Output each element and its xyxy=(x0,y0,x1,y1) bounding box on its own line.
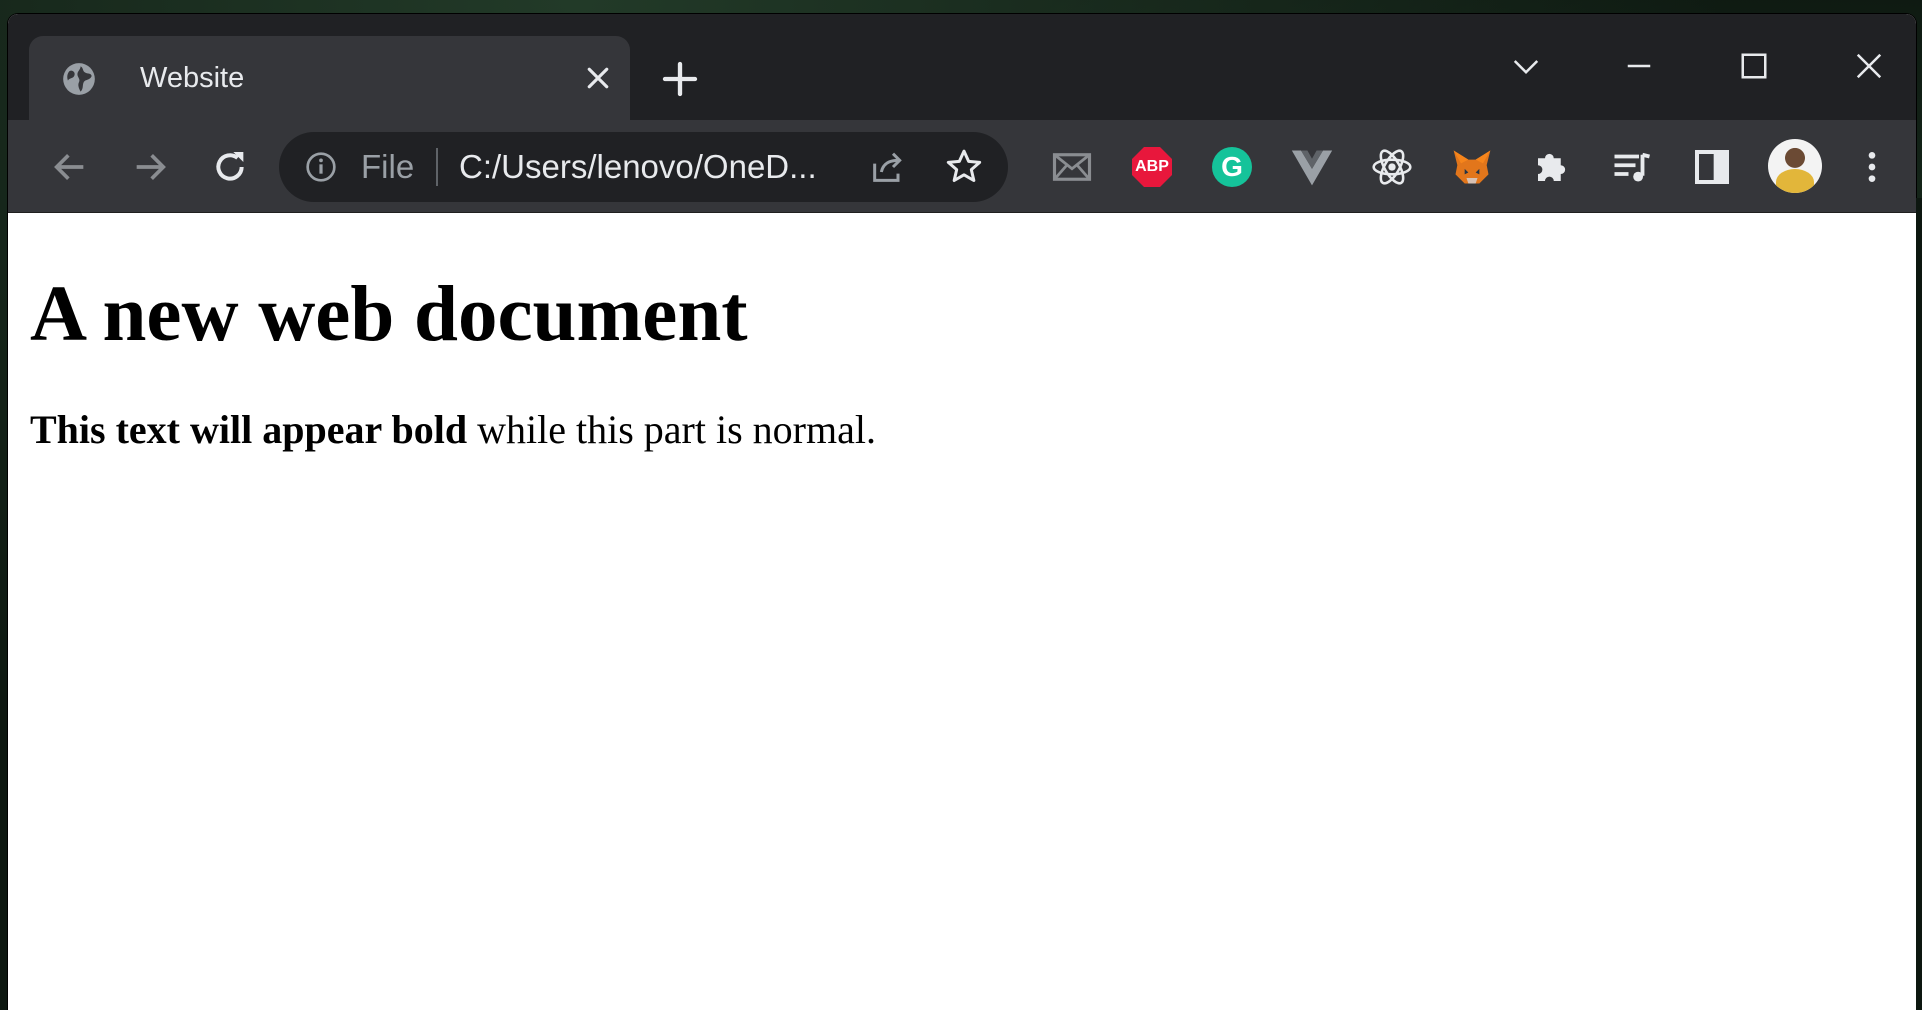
browser-toolbar: File C:/Users/lenovo/OneD... ABP G xyxy=(8,120,1916,213)
media-queue-icon xyxy=(1614,152,1650,182)
page-content: A new web document This text will appear… xyxy=(8,213,1916,1010)
grammarly-icon: G xyxy=(1212,147,1252,187)
reload-button[interactable] xyxy=(205,142,255,192)
vue-devtools-extension-button[interactable] xyxy=(1287,142,1337,192)
address-separator xyxy=(436,148,438,186)
arrow-left-icon xyxy=(54,154,84,180)
puzzle-piece-icon xyxy=(1538,153,1566,181)
reload-icon xyxy=(216,152,244,181)
mail-extension-button[interactable] xyxy=(1047,142,1097,192)
minimize-button[interactable] xyxy=(1609,36,1669,96)
bookmark-star-icon[interactable] xyxy=(944,147,984,187)
vertical-dots-menu-icon xyxy=(1868,152,1876,182)
tab-website[interactable]: Website xyxy=(29,36,630,120)
url-scheme-label: File xyxy=(361,148,415,185)
page-heading: A new web document xyxy=(30,271,748,358)
metamask-fox-icon xyxy=(1453,150,1491,184)
desktop-edge xyxy=(1916,198,1922,1010)
adblock-plus-extension-button[interactable]: ABP xyxy=(1127,142,1177,192)
close-icon xyxy=(1856,53,1882,79)
browser-window: Website File C:/Users/lenovo/OneD... ABP… xyxy=(8,14,1916,1010)
maximize-button[interactable] xyxy=(1724,36,1784,96)
info-icon[interactable] xyxy=(305,151,337,183)
profile-button[interactable] xyxy=(1765,136,1825,196)
chrome-menu-button[interactable] xyxy=(1847,142,1897,192)
url-text[interactable]: C:/Users/lenovo/OneD... xyxy=(459,147,817,187)
share-icon[interactable] xyxy=(868,147,908,187)
media-controls-button[interactable] xyxy=(1607,142,1657,192)
new-tab-plus-icon[interactable] xyxy=(660,59,700,99)
envelope-icon xyxy=(1052,153,1092,181)
vue-logo-icon xyxy=(1291,150,1333,186)
side-panel-button[interactable] xyxy=(1687,142,1737,192)
side-panel-icon xyxy=(1695,150,1729,184)
react-atom-icon xyxy=(1372,149,1412,185)
metamask-extension-button[interactable] xyxy=(1447,142,1497,192)
tab-title: Website xyxy=(140,62,245,94)
page-paragraph: This text will appear bold while this pa… xyxy=(30,405,876,455)
arrow-right-icon xyxy=(136,154,166,180)
maximize-icon xyxy=(1741,53,1767,79)
avatar xyxy=(1768,139,1822,193)
normal-text: while this part is normal. xyxy=(467,407,876,452)
adblock-plus-icon: ABP xyxy=(1132,147,1172,187)
tab-strip: Website xyxy=(8,14,1916,120)
tab-search-button[interactable] xyxy=(1496,36,1556,96)
bold-text: This text will appear bold xyxy=(30,407,468,452)
grammarly-extension-button[interactable]: G xyxy=(1207,142,1257,192)
globe-icon xyxy=(63,63,95,95)
back-button[interactable] xyxy=(45,142,95,192)
extensions-menu-button[interactable] xyxy=(1527,142,1577,192)
address-bar[interactable]: File C:/Users/lenovo/OneD... xyxy=(279,132,1008,202)
close-tab-icon[interactable] xyxy=(583,63,613,93)
close-window-button[interactable] xyxy=(1839,36,1899,96)
react-devtools-extension-button[interactable] xyxy=(1367,142,1417,192)
minimize-icon xyxy=(1627,64,1651,68)
forward-button[interactable] xyxy=(125,142,175,192)
chevron-down-icon xyxy=(1513,60,1539,75)
